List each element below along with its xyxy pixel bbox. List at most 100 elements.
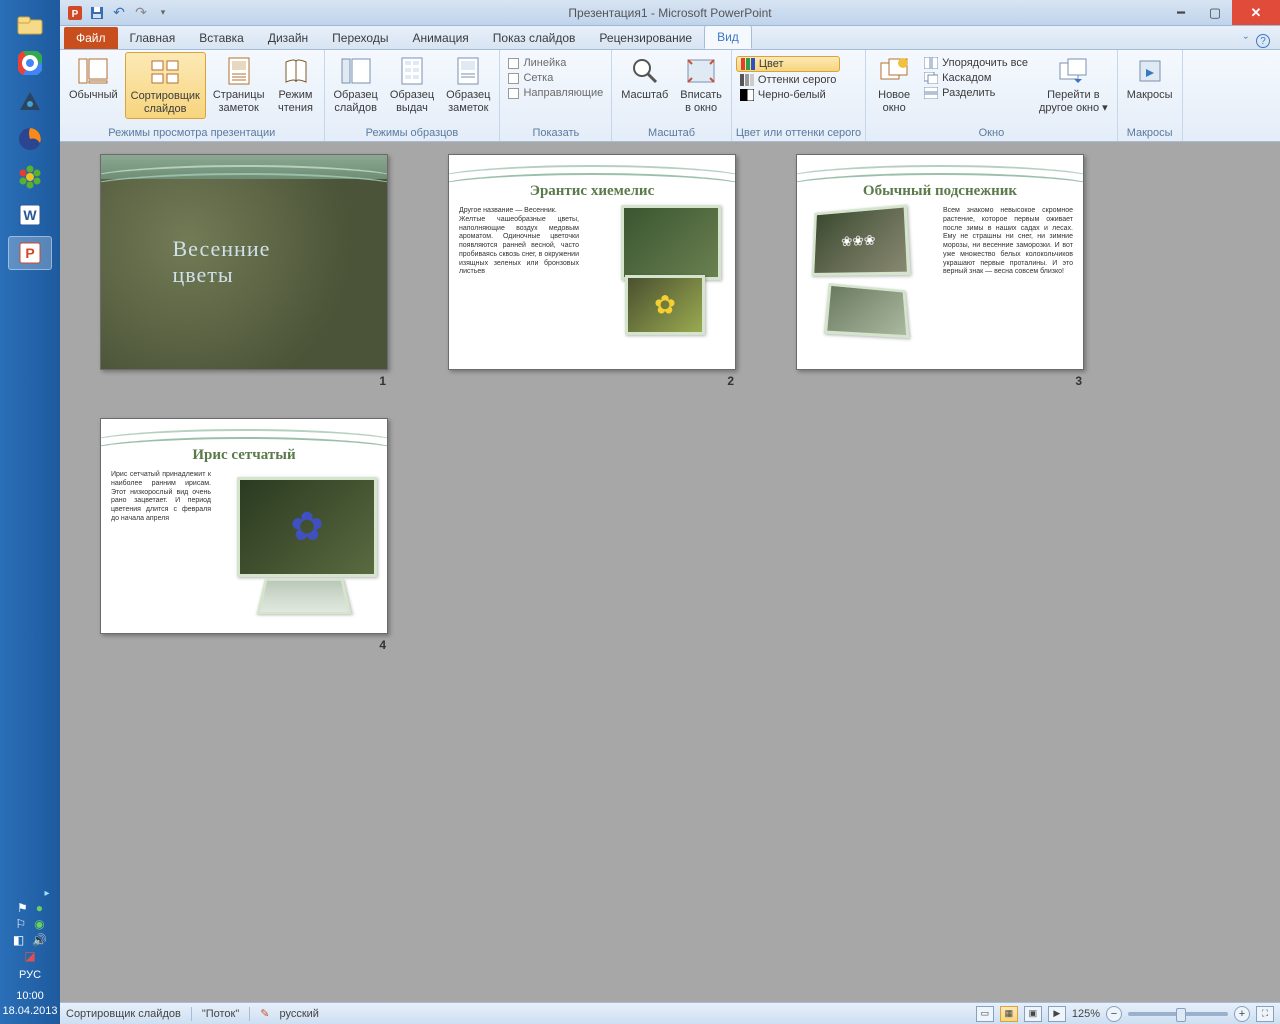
zoom-out-button[interactable]: − — [1106, 1006, 1122, 1022]
help-icon[interactable]: ? — [1256, 34, 1270, 48]
normal-view-icon[interactable]: ▭ — [976, 1006, 994, 1022]
svg-text:P: P — [72, 9, 79, 20]
close-button[interactable]: ✕ — [1232, 0, 1280, 25]
macros-label: Макросы — [1127, 89, 1173, 102]
slideshow-view-icon[interactable]: ▶ — [1048, 1006, 1066, 1022]
slide-3-number: 3 — [1075, 374, 1084, 388]
slide-3-title: Обычный подснежник — [797, 183, 1083, 200]
zoom-slider[interactable] — [1128, 1012, 1228, 1016]
reading-view-icon[interactable]: ▣ — [1024, 1006, 1042, 1022]
fit-window-label: Вписать в окно — [680, 89, 722, 114]
minimize-button[interactable]: ━ — [1164, 0, 1198, 25]
explorer-icon[interactable] — [8, 8, 52, 42]
arrange-all-label: Упорядочить все — [942, 57, 1028, 69]
slide-2-photo-2 — [625, 275, 705, 335]
ruler-checkbox[interactable]: Линейка — [504, 56, 607, 70]
undo-icon[interactable]: ↶ — [110, 4, 128, 22]
ribbon-tabs: Файл Главная Вставка Дизайн Переходы Ани… — [60, 26, 1280, 50]
sorter-view-icon[interactable]: ▦ — [1000, 1006, 1018, 1022]
group-views-label: Режимы просмотра презентации — [64, 125, 320, 141]
tab-view[interactable]: Вид — [704, 25, 752, 49]
slide-thumb-4[interactable]: Ирис сетчатый Ирис сетчатый принадлежит … — [100, 418, 388, 634]
tab-insert[interactable]: Вставка — [187, 27, 256, 49]
tab-review[interactable]: Рецензирование — [587, 27, 704, 49]
clock-date: 18.04.2013 — [2, 1004, 57, 1018]
slide-master-button[interactable]: Образец слайдов — [329, 52, 383, 117]
tab-animation[interactable]: Анимация — [400, 27, 480, 49]
redo-icon[interactable]: ↷ — [132, 4, 150, 22]
maximize-button[interactable]: ▢ — [1198, 0, 1232, 25]
split-label: Разделить — [942, 87, 995, 99]
blackwhite-button[interactable]: Черно-белый — [736, 88, 840, 102]
tray-volume-icon[interactable]: 🔊 — [32, 933, 47, 947]
reading-view-button[interactable]: Режим чтения — [272, 52, 320, 117]
save-icon[interactable] — [88, 4, 106, 22]
app-icon[interactable]: P — [66, 4, 84, 22]
status-theme: "Поток" — [202, 1008, 239, 1020]
new-window-button[interactable]: Новое окно — [870, 52, 918, 117]
tray-app-icon[interactable]: ◧ — [13, 933, 24, 947]
normal-view-button[interactable]: Обычный — [64, 52, 123, 105]
zoom-in-button[interactable]: + — [1234, 1006, 1250, 1022]
slide-thumb-2[interactable]: Эрантис хиемелис Другое название — Весен… — [448, 154, 736, 370]
slide-4-body: Ирис сетчатый принадлежит к наиболее ран… — [111, 471, 211, 524]
tray-sound-icon[interactable]: ● — [36, 901, 43, 915]
system-tray: ▸ ⚑ ● ⚐ ◉ ◧ 🔊 ◪ РУС 10:00 18.04.2013 — [2, 888, 57, 1024]
ribbon-minimize-icon[interactable]: ˇ — [1244, 34, 1248, 49]
split-button[interactable]: Разделить — [920, 86, 1032, 100]
grayscale-button[interactable]: Оттенки серого — [736, 73, 840, 87]
slide-2-title: Эрантис хиемелис — [449, 183, 735, 200]
tab-home[interactable]: Главная — [118, 27, 188, 49]
ruler-label: Линейка — [523, 57, 566, 69]
slide-master-label: Образец слайдов — [334, 89, 378, 114]
sorter-view-label: Сортировщик слайдов — [131, 90, 200, 115]
macros-button[interactable]: Макросы — [1122, 52, 1178, 105]
tray-shield-icon[interactable]: ◪ — [24, 949, 35, 963]
firefox-icon[interactable] — [8, 122, 52, 156]
group-masters-label: Режимы образцов — [329, 125, 496, 141]
powerpoint-icon[interactable]: P — [8, 236, 52, 270]
tray-network-icon[interactable]: ⚑ — [17, 901, 28, 915]
tray-clock[interactable]: 10:00 18.04.2013 — [2, 989, 57, 1018]
qat-dropdown-icon[interactable]: ▾ — [154, 4, 172, 22]
tab-slideshow[interactable]: Показ слайдов — [481, 27, 588, 49]
cascade-button[interactable]: Каскадом — [920, 71, 1032, 85]
tray-language[interactable]: РУС — [19, 969, 41, 981]
tray-action-icon[interactable]: ◉ — [34, 917, 44, 931]
sorter-view-button[interactable]: Сортировщик слайдов — [125, 52, 206, 119]
fit-zoom-button[interactable]: ⛶ — [1256, 1006, 1274, 1022]
word-icon[interactable]: W — [8, 198, 52, 232]
grid-checkbox[interactable]: Сетка — [504, 71, 607, 85]
slide-4-number: 4 — [379, 638, 388, 652]
tab-design[interactable]: Дизайн — [256, 27, 320, 49]
slide-thumb-3[interactable]: Обычный подснежник Всем знакомо невысоко… — [796, 154, 1084, 370]
tab-file[interactable]: Файл — [64, 27, 118, 49]
grayscale-label: Оттенки серого — [758, 74, 836, 86]
slide-4-photo-1 — [237, 477, 377, 577]
tray-expand-icon[interactable]: ▸ — [45, 888, 58, 899]
guides-label: Направляющие — [523, 87, 603, 99]
fit-window-button[interactable]: Вписать в окно — [675, 52, 727, 117]
window-title: Презентация1 - Microsoft PowerPoint — [568, 6, 771, 20]
chrome-icon[interactable] — [8, 46, 52, 80]
spellcheck-icon[interactable]: ✎ — [260, 1007, 269, 1020]
status-language[interactable]: русский — [279, 1008, 318, 1020]
notes-page-button[interactable]: Страницы заметок — [208, 52, 270, 117]
handout-master-button[interactable]: Образец выдач — [385, 52, 439, 117]
switch-window-button[interactable]: Перейти в другое окно ▾ — [1034, 52, 1113, 117]
slide-1-title: Весенние цветы — [173, 236, 316, 288]
svg-text:W: W — [23, 207, 37, 223]
zoom-button[interactable]: Масштаб — [616, 52, 673, 105]
tray-flag-icon[interactable]: ⚐ — [15, 917, 26, 931]
aol-icon[interactable] — [8, 84, 52, 118]
icq-icon[interactable] — [8, 160, 52, 194]
powerpoint-window: P ↶ ↷ ▾ Презентация1 - Microsoft PowerPo… — [60, 0, 1280, 1024]
tab-transitions[interactable]: Переходы — [320, 27, 400, 49]
notes-master-button[interactable]: Образец заметок — [441, 52, 495, 117]
guides-checkbox[interactable]: Направляющие — [504, 86, 607, 100]
slide-thumb-1[interactable]: Весенние цветы — [100, 154, 388, 370]
arrange-all-button[interactable]: Упорядочить все — [920, 56, 1032, 70]
color-button[interactable]: Цвет — [736, 56, 840, 72]
slide-sorter-area[interactable]: Весенние цветы 1 Эрантис хиемелис Другое… — [60, 142, 1280, 1002]
group-color-label: Цвет или оттенки серого — [736, 125, 861, 141]
